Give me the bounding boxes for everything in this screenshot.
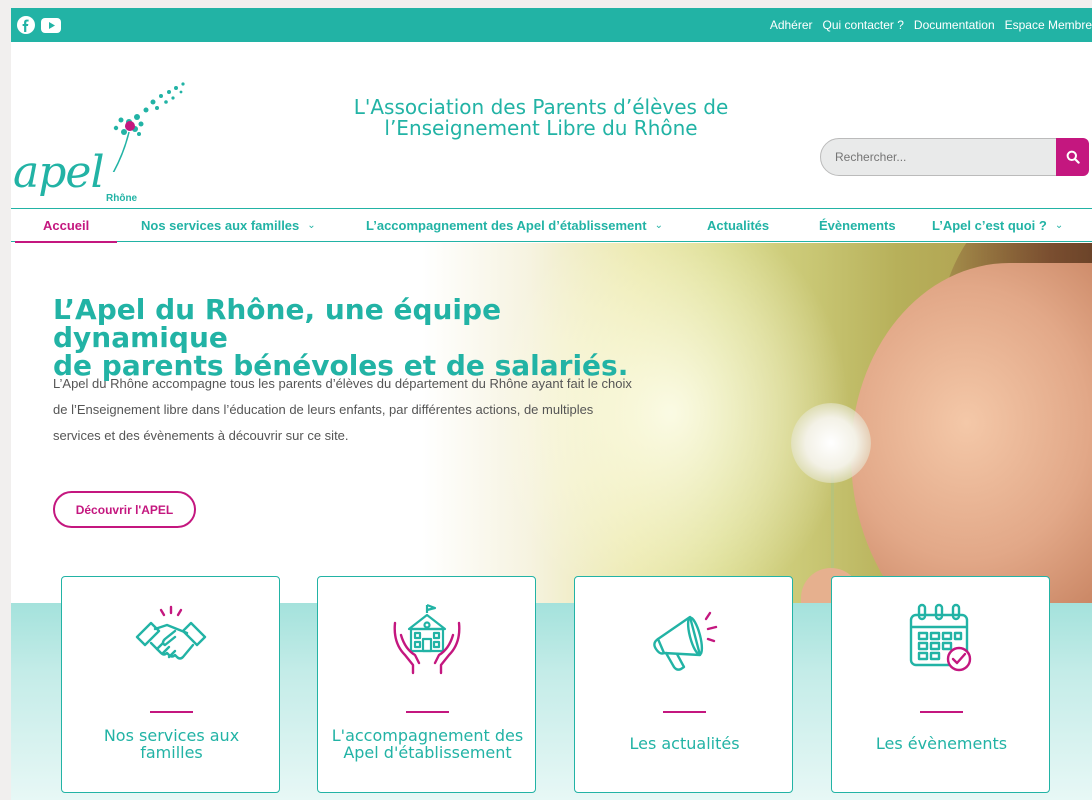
site-title-line1: L'Association des Parents d’élèves de (353, 95, 729, 119)
card-label: Les actualités (629, 734, 740, 753)
chevron-down-icon: ⌄ (307, 220, 316, 231)
hero-banner: L’Apel du Rhône, une équipe dynamique de… (11, 243, 1092, 623)
youtube-icon[interactable] (41, 17, 61, 33)
search-input[interactable] (820, 138, 1065, 176)
card-evenements[interactable]: Les évènements (831, 576, 1050, 793)
apel-logo[interactable]: apel Rhône (11, 62, 201, 204)
hero-photo-girl (851, 263, 1092, 623)
page: Adhérer Qui contacter ? Documentation Es… (11, 8, 1092, 800)
header: apel Rhône L'Association des Parents d’é… (11, 42, 1092, 204)
logo-subtitle: Rhône (106, 193, 138, 204)
card-accompagnement[interactable]: L'accompagnement des Apel d'établissemen… (317, 576, 536, 793)
site-title: L'Association des Parents d’élèves de l’… (341, 97, 741, 139)
site-title-line2: l’Enseignement Libre du Rhône (384, 116, 698, 140)
nav-item-evenements[interactable]: Évènements (819, 209, 896, 242)
discover-button[interactable]: Découvrir l'APEL (53, 491, 196, 528)
card-separator (920, 711, 963, 713)
link-espace-membre[interactable]: Espace Membre (1005, 18, 1092, 32)
link-documentation[interactable]: Documentation (914, 18, 995, 32)
card-separator (663, 711, 706, 713)
main-nav: Accueil Nos services aux familles ⌄ L’acc… (11, 208, 1092, 244)
handshake-icon (135, 605, 206, 660)
card-label: Nos services aux familles (103, 726, 240, 762)
chevron-down-icon: ⌄ (654, 220, 663, 231)
nav-item-services[interactable]: Nos services aux familles ⌄ (141, 209, 316, 242)
search-form (820, 138, 1089, 176)
card-separator (150, 711, 193, 713)
search-button[interactable] (1056, 138, 1089, 176)
top-links: Adhérer Qui contacter ? Documentation Es… (760, 18, 1092, 32)
link-adherer[interactable]: Adhérer (770, 18, 813, 32)
facebook-icon[interactable] (17, 16, 35, 34)
nav-item-accueil[interactable]: Accueil (14, 209, 118, 244)
card-label: L'accompagnement des Apel d'établissemen… (331, 726, 524, 762)
school-hands-icon (393, 603, 460, 675)
card-separator (406, 711, 449, 713)
card-actualites[interactable]: Les actualités (574, 576, 793, 793)
calendar-icon (909, 603, 971, 672)
link-qui-contacter[interactable]: Qui contacter ? (823, 18, 904, 32)
card-label: Les évènements (875, 734, 1008, 753)
card-services[interactable]: Nos services aux familles (61, 576, 280, 793)
nav-item-actualites[interactable]: Actualités (707, 209, 769, 242)
search-icon (1066, 150, 1080, 164)
megaphone-icon (652, 611, 717, 671)
social-links (17, 16, 61, 34)
logo-text: apel (13, 147, 105, 198)
top-bar: Adhérer Qui contacter ? Documentation Es… (11, 8, 1092, 42)
nav-item-accompagnement[interactable]: L’accompagnement des Apel d’établissemen… (366, 209, 663, 242)
dandelion-puff (791, 403, 871, 483)
hero-title: L’Apel du Rhône, une équipe dynamique de… (53, 293, 629, 382)
chevron-down-icon: ⌄ (1054, 220, 1064, 231)
nav-item-apel-quoi[interactable]: L’Apel c’est quoi ? ⌄ (932, 209, 1063, 242)
hero-text: L’Apel du Rhône accompagne tous les pare… (53, 376, 632, 443)
